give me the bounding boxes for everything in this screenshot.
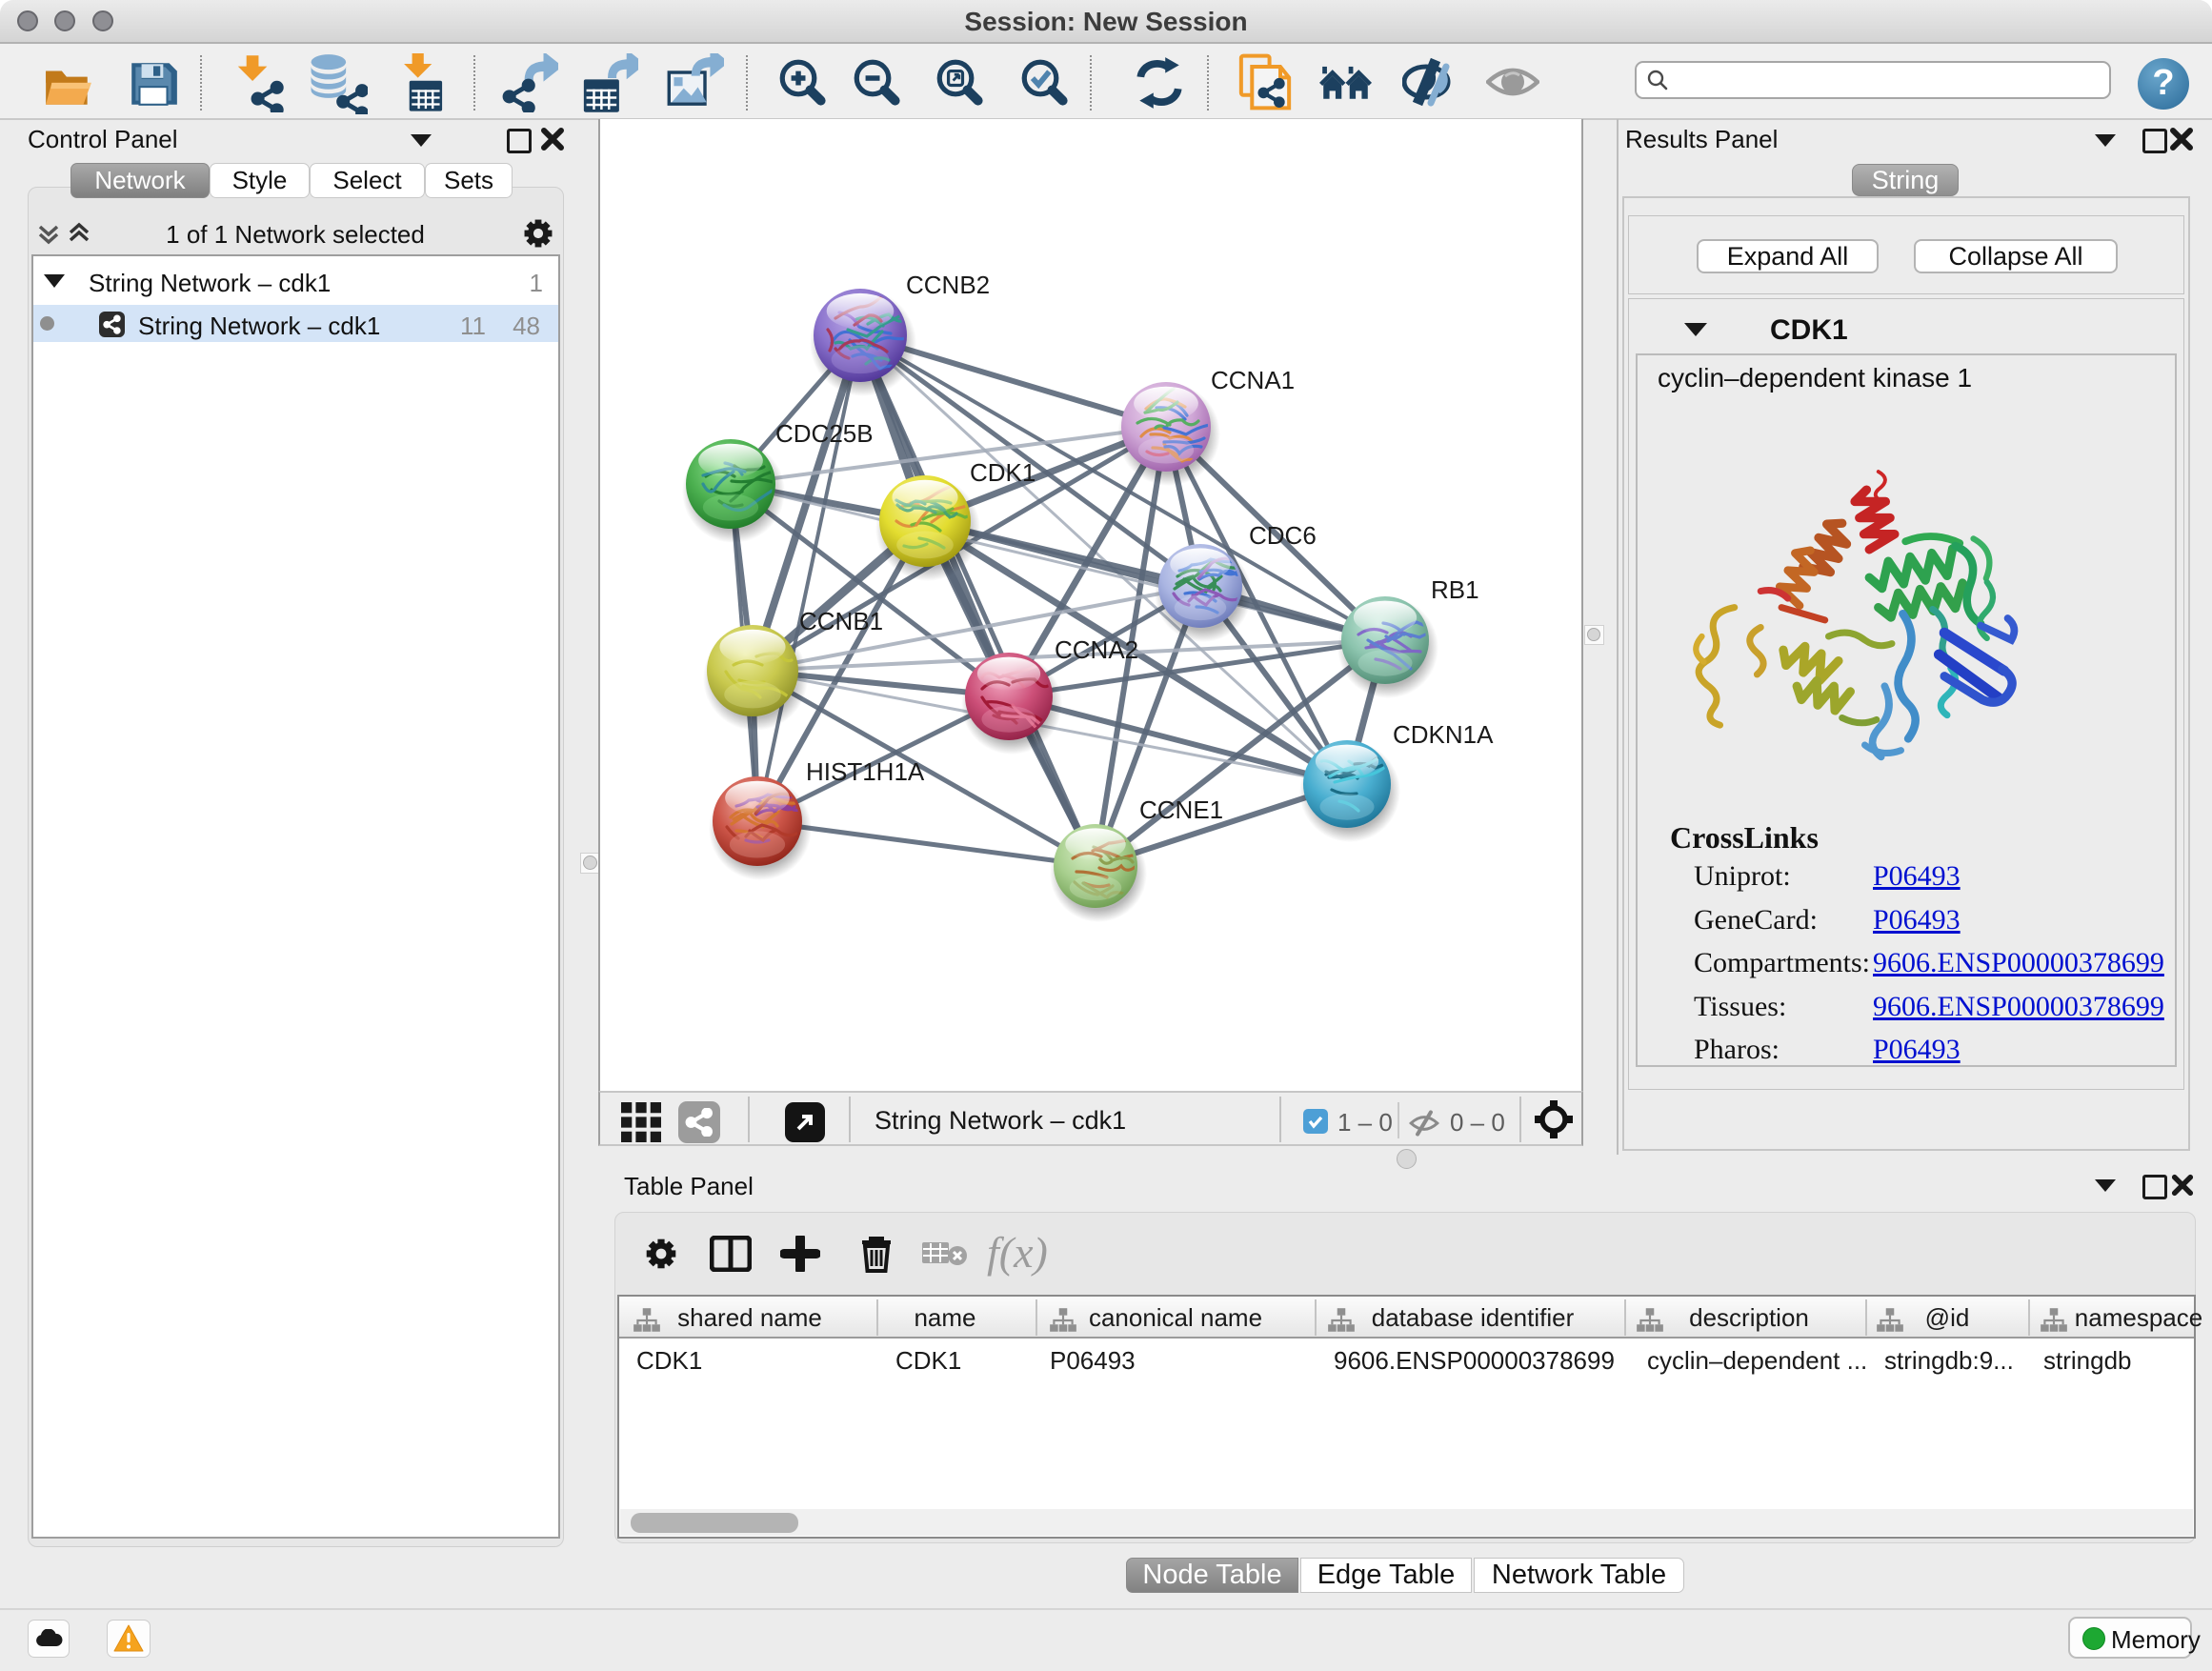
svg-text:CCNE1: CCNE1 (1139, 795, 1223, 824)
svg-text:CDKN1A: CDKN1A (1393, 720, 1494, 749)
svg-text:CCNB2: CCNB2 (906, 271, 990, 299)
svg-text:CDC25B: CDC25B (775, 419, 874, 448)
svg-text:CDK1: CDK1 (970, 458, 1036, 487)
svg-text:CCNA2: CCNA2 (1055, 635, 1138, 664)
svg-text:RB1: RB1 (1431, 575, 1479, 604)
svg-text:HIST1H1A: HIST1H1A (806, 757, 925, 786)
svg-text:CDC6: CDC6 (1249, 521, 1317, 550)
svg-text:CCNB1: CCNB1 (799, 607, 883, 635)
svg-text:CCNA1: CCNA1 (1211, 366, 1295, 394)
